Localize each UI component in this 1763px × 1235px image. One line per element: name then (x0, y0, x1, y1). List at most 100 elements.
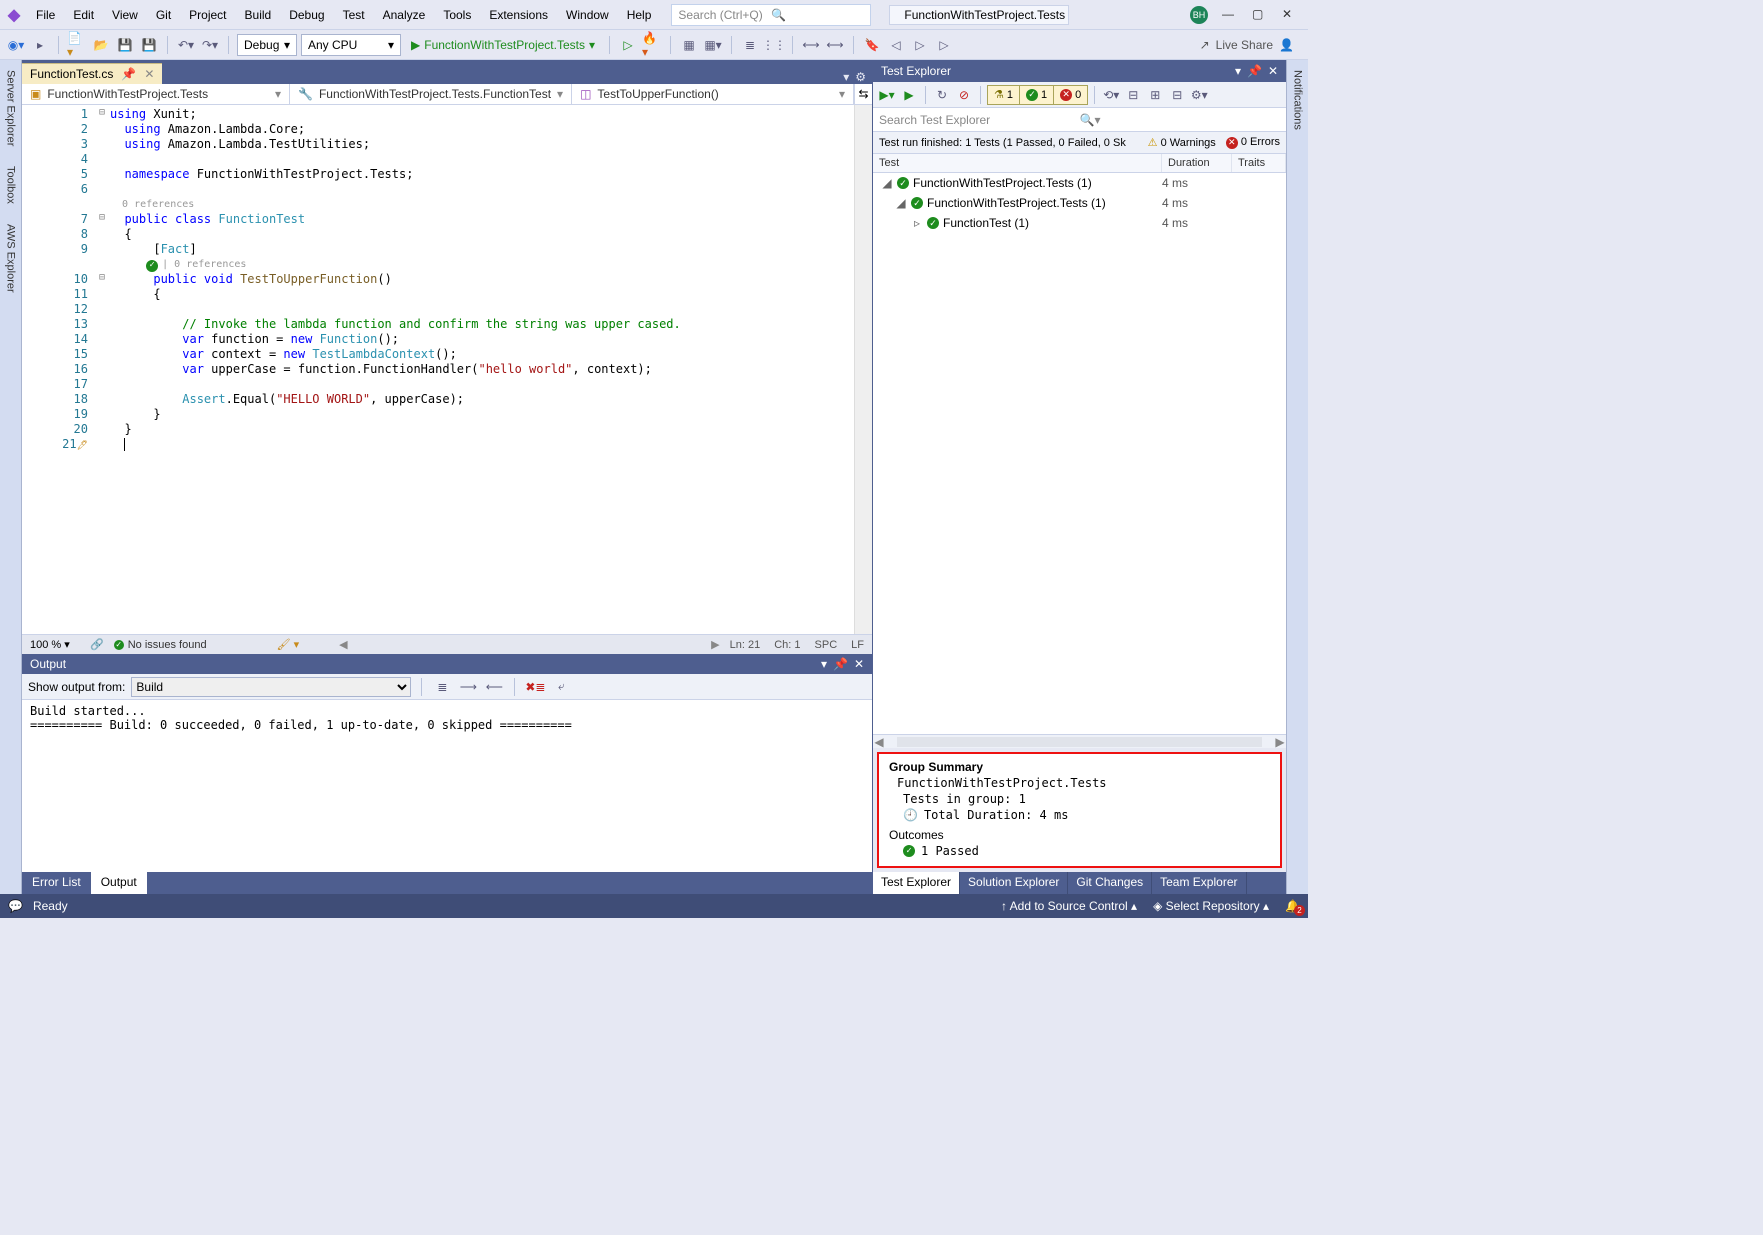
menu-analyze[interactable]: Analyze (375, 4, 434, 26)
output-body[interactable]: Build started... ========== Build: 0 suc… (22, 700, 872, 872)
output-btn-1[interactable]: ≣ (432, 677, 452, 697)
test-tree[interactable]: ◢✓FunctionWithTestProject.Tests (1)4 ms◢… (873, 173, 1286, 734)
tab-overflow-icon[interactable]: ▾ (843, 70, 849, 84)
col-duration[interactable]: Duration (1162, 154, 1232, 172)
output-wrap-button[interactable]: ⤶ (551, 677, 571, 697)
issues-status[interactable]: ✓No issues found (114, 639, 207, 651)
menu-view[interactable]: View (104, 4, 146, 26)
col-traits[interactable]: Traits (1232, 154, 1286, 172)
live-share-button[interactable]: ↗ Live Share 👤 (1200, 38, 1302, 52)
code-editor[interactable]: 123456 789 101112131415161718192021🖊 ⊟ ⊟… (22, 105, 872, 634)
test-row[interactable]: ◢✓FunctionWithTestProject.Tests (1)4 ms (873, 193, 1286, 213)
te-settings-button[interactable]: ⚙▾ (1189, 85, 1209, 105)
tab-settings-icon[interactable]: ⚙ (855, 70, 866, 84)
right-tab-test-explorer[interactable]: Test Explorer (873, 872, 960, 894)
counter-pass[interactable]: ✓1 (1020, 86, 1054, 104)
output-close-icon[interactable]: ✕ (854, 657, 864, 671)
config-combo[interactable]: Debug▾ (237, 34, 297, 56)
menu-file[interactable]: File (28, 4, 63, 26)
output-btn-3[interactable]: ⟵ (484, 677, 504, 697)
user-avatar[interactable]: BH (1190, 6, 1208, 24)
side-tab-aws-explorer[interactable]: AWS Explorer (3, 220, 19, 297)
open-button[interactable]: 📂 (91, 35, 111, 55)
repeat-button[interactable]: ↻ (932, 85, 952, 105)
nav-fwd-button[interactable]: ▸ (30, 35, 50, 55)
h-scroll-left[interactable]: ◀ (339, 638, 347, 651)
menu-extensions[interactable]: Extensions (481, 4, 556, 26)
run-all-button[interactable]: ▶▾ (877, 85, 897, 105)
menu-debug[interactable]: Debug (281, 4, 332, 26)
side-tab-server-explorer[interactable]: Server Explorer (3, 66, 19, 150)
nav-class-combo[interactable]: 🔧 FunctionWithTestProject.Tests.Function… (290, 84, 572, 104)
menu-test[interactable]: Test (335, 4, 373, 26)
save-all-button[interactable]: 💾 (139, 35, 159, 55)
start-without-debug-button[interactable]: ▷ (618, 35, 638, 55)
vertical-scrollbar[interactable] (854, 105, 872, 634)
platform-combo[interactable]: Any CPU▾ (301, 34, 401, 56)
select-repository[interactable]: ◈ Select Repository ▴ (1153, 899, 1269, 913)
toolbar-btn-4[interactable]: ⋮⋮ (764, 35, 784, 55)
te-btn-1[interactable]: ⟲▾ (1101, 85, 1121, 105)
toolbar-btn-2[interactable]: ▦▾ (703, 35, 723, 55)
menu-git[interactable]: Git (148, 4, 179, 26)
feedback-icon[interactable]: 💬 (8, 899, 23, 913)
notifications-button[interactable]: 🔔 2 (1285, 899, 1300, 913)
menu-build[interactable]: Build (237, 4, 280, 26)
close-icon[interactable]: ✕ (144, 67, 154, 81)
undo-button[interactable]: ↶▾ (176, 35, 196, 55)
output-clear-button[interactable]: ✖≣ (525, 677, 545, 697)
test-row[interactable]: ◢✓FunctionWithTestProject.Tests (1)4 ms (873, 173, 1286, 193)
menu-window[interactable]: Window (558, 4, 617, 26)
output-source-combo[interactable]: Build (131, 677, 411, 697)
zoom-combo[interactable]: 100 % ▾ (30, 638, 80, 651)
bottom-tab-output[interactable]: Output (91, 872, 147, 894)
add-source-control[interactable]: ↑ Add to Source Control ▴ (1001, 899, 1137, 913)
toolbar-btn-5[interactable]: ⟷ (801, 35, 821, 55)
counter-fail[interactable]: ✕0 (1054, 86, 1087, 104)
toolbar-btn-1[interactable]: ▦ (679, 35, 699, 55)
pin-icon[interactable]: 📌 (121, 67, 136, 81)
hot-reload-button[interactable]: 🔥▾ (642, 35, 662, 55)
start-debug-button[interactable]: ▶ FunctionWithTestProject.Tests ▾ (405, 38, 601, 52)
col-test[interactable]: Test (873, 154, 1162, 172)
te-btn-4[interactable]: ⊟ (1167, 85, 1187, 105)
nav-back-button[interactable]: ◉▾ (6, 35, 26, 55)
toolbar-btn-9[interactable]: ▷ (910, 35, 930, 55)
nav-member-combo[interactable]: ◫ TestToUpperFunction()▾ (572, 84, 854, 104)
te-dropdown-icon[interactable]: ▾ (1235, 64, 1241, 78)
save-button[interactable]: 💾 (115, 35, 135, 55)
close-button[interactable]: ✕ (1282, 7, 1298, 23)
bottom-tab-error-list[interactable]: Error List (22, 872, 91, 894)
right-tab-git-changes[interactable]: Git Changes (1068, 872, 1152, 894)
te-h-scroll[interactable]: ◀▶ (873, 734, 1286, 748)
te-btn-3[interactable]: ⊞ (1145, 85, 1165, 105)
nav-scope-combo[interactable]: ▣ FunctionWithTestProject.Tests▾ (22, 84, 290, 104)
doc-tab-functiontest[interactable]: FunctionTest.cs 📌 ✕ (22, 63, 162, 84)
right-tab-solution-explorer[interactable]: Solution Explorer (960, 872, 1068, 894)
minimize-button[interactable]: — (1222, 7, 1238, 23)
global-search-input[interactable]: Search (Ctrl+Q) 🔍 (671, 4, 871, 26)
split-editor-button[interactable]: ⇆ (854, 84, 872, 104)
menu-help[interactable]: Help (619, 4, 660, 26)
toolbar-btn-10[interactable]: ▷ (934, 35, 954, 55)
toolbar-btn-8[interactable]: ◁ (886, 35, 906, 55)
redo-button[interactable]: ↷▾ (200, 35, 220, 55)
menu-project[interactable]: Project (181, 4, 234, 26)
new-item-button[interactable]: 📄▾ (67, 35, 87, 55)
menu-tools[interactable]: Tools (435, 4, 479, 26)
te-close-icon[interactable]: ✕ (1268, 64, 1278, 78)
right-tab-team-explorer[interactable]: Team Explorer (1152, 872, 1246, 894)
h-scroll-right[interactable]: ▶ (711, 638, 719, 651)
run-button[interactable]: ▶ (899, 85, 919, 105)
output-dropdown-icon[interactable]: ▾ (821, 657, 827, 671)
brush-icon[interactable]: 🖌 ▾ (277, 638, 300, 651)
test-row[interactable]: ▹✓FunctionTest (1)4 ms (873, 213, 1286, 233)
side-tab-toolbox[interactable]: Toolbox (3, 162, 19, 208)
toolbar-btn-6[interactable]: ⟷ (825, 35, 845, 55)
side-tab-notifications[interactable]: Notifications (1290, 66, 1306, 134)
output-btn-2[interactable]: ⟶ (458, 677, 478, 697)
test-search-input[interactable]: Search Test Explorer 🔍▾ (873, 108, 1286, 132)
output-pin-icon[interactable]: 📌 (833, 657, 848, 671)
code-area[interactable]: using Xunit; using Amazon.Lambda.Core; u… (110, 105, 854, 634)
counter-total[interactable]: ⚗1 (988, 86, 1020, 104)
